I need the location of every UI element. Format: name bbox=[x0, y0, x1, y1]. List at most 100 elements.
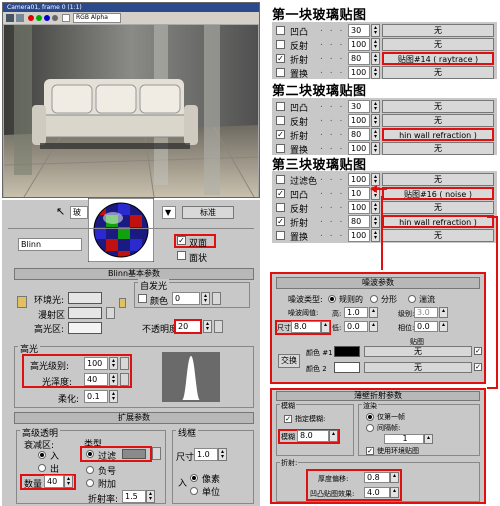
map-amount-spinner[interactable]: ▴ ▾ bbox=[371, 187, 380, 200]
map-amount-spinner[interactable]: ▴ ▾ bbox=[371, 229, 380, 242]
map-amount-value[interactable]: 100 bbox=[348, 38, 370, 51]
noise-high-value[interactable]: 1.0 bbox=[344, 307, 368, 318]
noise-map2-button[interactable]: 无 bbox=[364, 362, 472, 373]
map-enable-checkbox[interactable] bbox=[276, 116, 285, 125]
map-slot-button[interactable]: hin wall refraction ) bbox=[382, 128, 494, 141]
gloss-spinner[interactable]: ▴ ▾ bbox=[109, 373, 118, 386]
material-type-button[interactable]: 标准 bbox=[182, 206, 234, 219]
self-illum-spinner[interactable]: ▴ ▾ bbox=[201, 292, 210, 305]
map-slot-button[interactable]: 贴图#14 ( raytrace ) bbox=[382, 52, 494, 65]
diffuse-map-button[interactable] bbox=[106, 307, 115, 319]
wire-size-spinner[interactable]: ▴ ▾ bbox=[218, 448, 227, 461]
spec-level-value[interactable]: 100 bbox=[84, 357, 108, 370]
first-frame-radio[interactable] bbox=[366, 413, 374, 421]
thickness-spinner[interactable]: ▴ bbox=[390, 472, 399, 483]
env-map-checkbox[interactable]: ✓ bbox=[366, 447, 374, 455]
blur-value[interactable]: 8.0 bbox=[297, 430, 329, 442]
falloff-in-radio[interactable] bbox=[38, 451, 46, 459]
gloss-map-button[interactable] bbox=[120, 373, 129, 386]
clear-icon[interactable] bbox=[62, 14, 70, 22]
specular-swatch[interactable] bbox=[68, 322, 102, 334]
map-enable-checkbox[interactable]: ✓ bbox=[276, 189, 285, 198]
map-amount-value[interactable]: 30 bbox=[348, 24, 370, 37]
noise-color2-swatch[interactable] bbox=[334, 362, 360, 373]
every-n-radio[interactable] bbox=[366, 424, 374, 432]
ior-spinner[interactable]: ▴ ▾ bbox=[146, 490, 155, 503]
shader-dropdown[interactable]: Blinn bbox=[18, 238, 82, 251]
map-slot-button[interactable]: 无 bbox=[382, 38, 494, 51]
map-amount-spinner[interactable]: ▴ ▾ bbox=[371, 201, 380, 214]
noise-size-spinner[interactable]: ▴ bbox=[321, 321, 330, 333]
map-amount-value[interactable]: 100 bbox=[348, 114, 370, 127]
map-slot-button[interactable]: 无 bbox=[382, 114, 494, 127]
amount-spinner[interactable]: ▴ ▾ bbox=[64, 475, 73, 488]
map-slot-button[interactable]: 无 bbox=[382, 24, 494, 37]
opacity-map-button[interactable] bbox=[214, 320, 223, 333]
lock-map-icon[interactable] bbox=[119, 298, 126, 308]
noise-phase-spinner[interactable]: ▴ bbox=[439, 321, 448, 332]
thickness-value[interactable]: 0.8 bbox=[364, 472, 390, 483]
gloss-value[interactable]: 40 bbox=[84, 373, 108, 386]
noise-turbulence-radio[interactable] bbox=[408, 295, 416, 303]
spec-level-spinner[interactable]: ▴ ▾ bbox=[109, 357, 118, 370]
map-amount-value[interactable]: 100 bbox=[348, 201, 370, 214]
map-amount-value[interactable]: 80 bbox=[348, 128, 370, 141]
pixels-radio[interactable] bbox=[190, 474, 198, 482]
map-slot-button[interactable]: 无 bbox=[382, 201, 494, 214]
map-slot-button[interactable]: 无 bbox=[382, 66, 494, 79]
units-radio[interactable] bbox=[190, 487, 198, 495]
soften-spinner[interactable]: ▴ ▾ bbox=[109, 390, 118, 403]
map-enable-checkbox[interactable] bbox=[276, 203, 285, 212]
blinn-params-header[interactable]: Blinn基本参数 bbox=[14, 268, 254, 280]
noise-map1-checkbox[interactable]: ✓ bbox=[474, 347, 482, 355]
bump-effect-spinner[interactable]: ▴ bbox=[390, 487, 399, 498]
save-icon[interactable] bbox=[6, 14, 14, 22]
blur-spinner[interactable]: ▴ bbox=[329, 430, 338, 442]
map-amount-spinner[interactable]: ▴ ▾ bbox=[371, 142, 380, 155]
material-name-field[interactable]: 玻 bbox=[70, 206, 88, 219]
filter-color-swatch[interactable] bbox=[122, 449, 146, 459]
red-channel-icon[interactable] bbox=[28, 15, 34, 21]
noise-color1-swatch[interactable] bbox=[334, 346, 360, 357]
amount-value[interactable]: 40 bbox=[44, 475, 64, 488]
additive-radio[interactable] bbox=[86, 479, 94, 487]
map-amount-value[interactable]: 100 bbox=[348, 229, 370, 242]
map-slot-button[interactable]: 无 bbox=[382, 229, 494, 242]
wire-size-value[interactable]: 1.0 bbox=[194, 448, 218, 461]
every-n-spinner[interactable]: ▴ bbox=[424, 434, 433, 444]
ambient-swatch[interactable] bbox=[68, 292, 102, 304]
opacity-value[interactable]: 20 bbox=[174, 319, 202, 334]
noise-fractal-radio[interactable] bbox=[370, 295, 378, 303]
map-enable-checkbox[interactable] bbox=[276, 102, 285, 111]
map-amount-value[interactable]: 100 bbox=[348, 173, 370, 186]
map-enable-checkbox[interactable] bbox=[276, 26, 285, 35]
noise-high-spinner[interactable]: ▴ bbox=[369, 307, 378, 318]
extended-params-header[interactable]: 扩展参数 bbox=[14, 412, 254, 424]
alpha-channel-icon[interactable] bbox=[52, 15, 58, 21]
noise-levels-spinner[interactable]: ▴ bbox=[439, 307, 448, 318]
filter-radio[interactable] bbox=[86, 450, 94, 458]
faceted-checkbox[interactable] bbox=[177, 251, 186, 260]
channel-select[interactable]: RGB Alpha bbox=[73, 13, 121, 23]
lock-icon[interactable] bbox=[17, 296, 27, 308]
map-amount-spinner[interactable]: ▴ ▾ bbox=[371, 100, 380, 113]
refract-params-header[interactable]: 薄壁折射参数 bbox=[276, 391, 480, 401]
map-enable-checkbox[interactable]: ✓ bbox=[276, 54, 285, 63]
map-enable-checkbox[interactable]: ✓ bbox=[276, 217, 285, 226]
self-illum-value[interactable]: 0 bbox=[172, 292, 200, 305]
noise-map1-button[interactable]: 无 bbox=[364, 346, 472, 357]
noise-regular-radio[interactable] bbox=[328, 295, 336, 303]
map-enable-checkbox[interactable] bbox=[276, 175, 285, 184]
map-amount-spinner[interactable]: ▴ ▾ bbox=[371, 128, 380, 141]
two-sided-checkbox[interactable]: ✓ bbox=[177, 236, 186, 245]
opacity-spinner[interactable]: ▴ ▾ bbox=[203, 320, 212, 333]
map-amount-spinner[interactable]: ▴ ▾ bbox=[371, 114, 380, 127]
copy-icon[interactable] bbox=[16, 14, 24, 22]
noise-low-spinner[interactable]: ▴ bbox=[369, 321, 378, 332]
map-amount-value[interactable]: 100 bbox=[348, 66, 370, 79]
material-dropdown[interactable]: ▼ bbox=[162, 206, 176, 219]
map-slot-button[interactable]: 无 bbox=[382, 100, 494, 113]
apply-blur-checkbox[interactable]: ✓ bbox=[284, 415, 292, 423]
map-amount-spinner[interactable]: ▴ ▾ bbox=[371, 173, 380, 186]
noise-levels-value[interactable]: 3.0 bbox=[414, 307, 438, 318]
